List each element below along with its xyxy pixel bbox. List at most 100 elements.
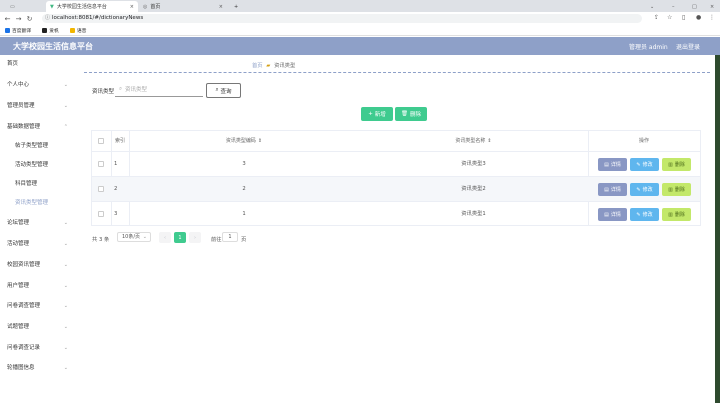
address-bar[interactable]: ⓘ localhost:8081/#/dictionaryNews — [42, 14, 642, 23]
sidebar-item-home[interactable]: 首页 — [0, 57, 80, 71]
sidebar-item-post-types[interactable]: 帖子类型管理 — [0, 139, 80, 153]
doc-icon: ▤ — [604, 211, 609, 218]
trash-icon: ▥ — [668, 186, 673, 193]
sidebar-item-activity-types[interactable]: 活动类型管理 — [0, 158, 80, 172]
close-icon[interactable]: × — [130, 4, 134, 10]
url-text: localhost:8081/#/dictionaryNews — [52, 15, 144, 21]
sidepanel-icon[interactable]: ▯ — [682, 14, 685, 21]
browser-tab-home[interactable]: ◎ 首页 × — [139, 1, 227, 12]
chevron-up-icon: ⌃ — [63, 124, 68, 130]
doc-icon: ▤ — [604, 161, 609, 168]
chevron-down-icon: ⌄ — [63, 283, 68, 289]
tab-label: 大学校园生活信息平台 — [56, 4, 107, 10]
menu-kebab-icon[interactable]: ⋮ — [709, 14, 715, 21]
browser-tab-active[interactable]: ▼ 大学校园生活信息平台 × — [46, 1, 138, 12]
sidebar-item-questions[interactable]: 试题管理 ⌄ — [0, 320, 80, 334]
delete-button[interactable]: ▥ 删除 — [662, 208, 691, 221]
row-checkbox[interactable] — [98, 186, 104, 192]
sidebar-item-label: 用户管理 — [7, 283, 30, 289]
detail-button[interactable]: ▤ 详情 — [598, 158, 627, 171]
detail-button[interactable]: ▤ 详情 — [598, 208, 627, 221]
row-checkbox[interactable] — [98, 161, 104, 167]
page-number-button[interactable]: 1 — [174, 232, 186, 243]
cell-name: 资讯类型1 — [461, 211, 486, 217]
translate-icon — [5, 27, 10, 33]
share-icon[interactable]: ⇪ — [654, 14, 659, 21]
sidebar-item-label: 问卷调查管理 — [7, 303, 41, 309]
reload-icon[interactable]: ↻ — [24, 15, 35, 23]
table-row: 3 1 资讯类型1 ▤ 详情 ✎ 修改 ▥ 删除 — [92, 201, 700, 226]
forward-icon[interactable]: → — [13, 15, 24, 23]
tab-search-icon[interactable]: ⌄ — [646, 1, 658, 12]
header-label: 资讯类型编码 — [225, 138, 256, 144]
profile-icon[interactable]: ● — [696, 14, 701, 21]
bookmark-item[interactable]: 爱帆 — [42, 27, 59, 34]
edit-button[interactable]: ✎ 修改 — [630, 158, 659, 171]
minimize-icon[interactable]: – — [668, 1, 679, 12]
bookmark-label: 爱帆 — [49, 28, 59, 34]
maximize-icon[interactable]: □ — [688, 1, 701, 12]
breadcrumb-current: 资讯类型 — [274, 63, 296, 69]
sidebar-item-activities[interactable]: 活动管理 ⌄ — [0, 237, 80, 251]
window-close-icon[interactable]: × — [706, 1, 718, 12]
chevron-down-icon: ⌄ — [63, 324, 68, 330]
sidebar-item-carousel[interactable]: 轮播图信息 ⌄ — [0, 361, 80, 375]
app-title: 大学校园生活信息平台 — [13, 42, 93, 51]
edit-button[interactable]: ✎ 修改 — [630, 208, 659, 221]
row-checkbox[interactable] — [98, 211, 104, 217]
select-all-checkbox[interactable] — [98, 138, 104, 144]
query-button[interactable]: ⌕ 查询 — [206, 83, 241, 98]
detail-button[interactable]: ▤ 详情 — [598, 183, 627, 196]
search-icon: ⌕ — [119, 86, 123, 92]
cell-index: 2 — [114, 186, 118, 192]
browser-tab-pinned[interactable]: ▭ — [4, 1, 20, 12]
sidebar-item-label: 校园资讯管理 — [7, 262, 41, 268]
search-input[interactable] — [115, 83, 203, 97]
op-label: 删除 — [674, 162, 685, 168]
bookmark-label: 百度翻译 — [12, 28, 32, 34]
delete-button[interactable]: ▥ 删除 — [662, 158, 691, 171]
add-button[interactable]: + 新增 — [361, 107, 393, 121]
star-icon[interactable]: ☆ — [667, 14, 672, 21]
sidebar-item-survey-records[interactable]: 问卷调查记录 ⌄ — [0, 341, 80, 355]
chevron-right-icon: › — [194, 234, 196, 241]
vue-icon: ▼ — [50, 3, 54, 10]
add-button-label: 新增 — [374, 112, 386, 118]
goto-page-input[interactable]: 1 — [222, 232, 238, 242]
sidebar-item-profile[interactable]: 个人中心 ⌄ — [0, 78, 80, 92]
header-code[interactable]: 资讯类型编码 ⇕ — [129, 131, 359, 151]
prev-page-button[interactable]: ‹ — [159, 232, 171, 243]
sidebar-item-surveys[interactable]: 问卷调查管理 ⌄ — [0, 299, 80, 313]
page-size-select[interactable]: 10条/页 ⌄ — [117, 232, 151, 242]
bookmarks-bar: 百度翻译 爱帆 语音 — [0, 25, 720, 36]
sidebar-item-forum[interactable]: 论坛管理 ⌄ — [0, 216, 80, 230]
chevron-down-icon: ⌄ — [63, 220, 68, 226]
back-icon[interactable]: ← — [2, 15, 13, 23]
new-tab-button[interactable]: + — [230, 1, 242, 12]
bookmark-item[interactable]: 百度翻译 — [5, 27, 31, 34]
next-page-button[interactable]: › — [189, 232, 201, 243]
chevron-down-icon: ⌄ — [63, 103, 68, 109]
delete-button[interactable]: ▥ 删除 — [662, 183, 691, 196]
goto-suffix: 页 — [241, 237, 247, 243]
bookmark-item[interactable]: 语音 — [69, 27, 86, 34]
sidebar-item-label: 管理员管理 — [7, 103, 35, 109]
sidebar-item-basedata[interactable]: 基础数据管理 ⌃ — [0, 120, 80, 134]
sidebar-item-users[interactable]: 用户管理 ⌄ — [0, 279, 80, 293]
close-icon[interactable]: × — [219, 4, 223, 10]
chevron-down-icon: ⌄ — [63, 345, 68, 351]
sidebar-item-label: 问卷调查记录 — [7, 345, 41, 351]
logout-link[interactable]: 退出登录 — [676, 42, 700, 51]
edit-button[interactable]: ✎ 修改 — [630, 183, 659, 196]
bookmark-icon — [42, 27, 48, 33]
sidebar-item-admins[interactable]: 管理员管理 ⌄ — [0, 99, 80, 113]
sidebar-item-label: 科目管理 — [15, 181, 38, 187]
batch-delete-button[interactable]: 🗑 删除 — [395, 107, 427, 121]
op-label: 详情 — [610, 187, 621, 193]
breadcrumb-home[interactable]: 首页 — [252, 63, 263, 69]
sidebar-item-subjects[interactable]: 科目管理 — [0, 177, 80, 191]
sidebar-item-news-types[interactable]: 资讯类型管理 — [0, 196, 80, 210]
sidebar-item-campus-news[interactable]: 校园资讯管理 ⌄ — [0, 258, 80, 272]
cell-code: 1 — [242, 211, 246, 217]
header-name[interactable]: 资讯类型名称 ⇕ — [359, 131, 588, 151]
